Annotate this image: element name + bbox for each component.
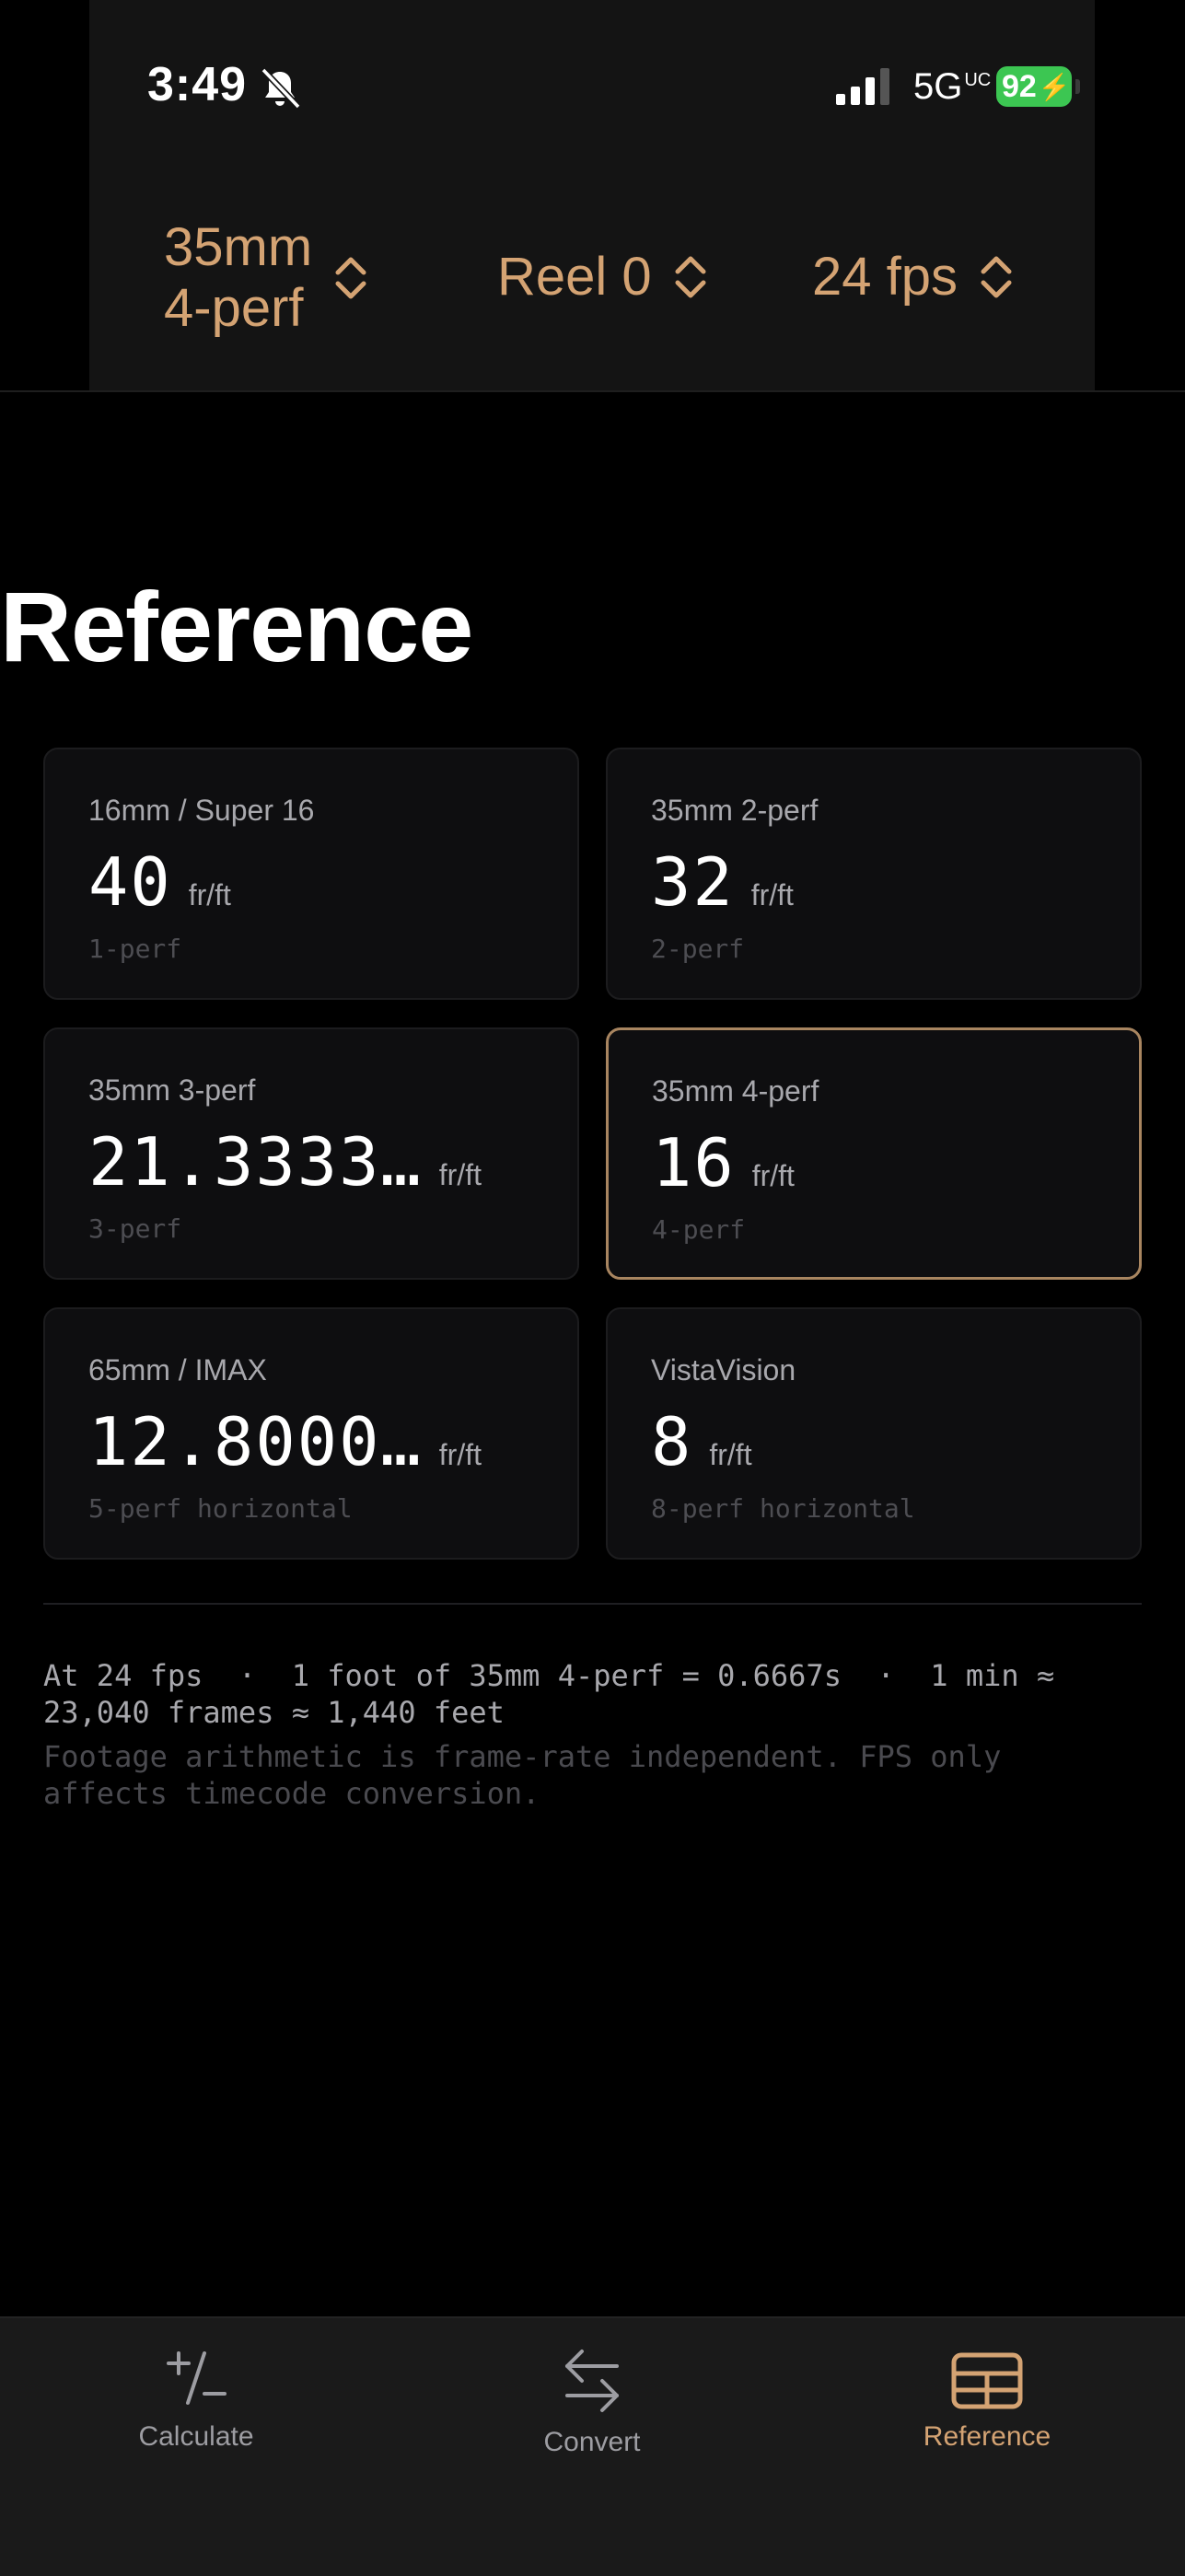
status-time: 3:49 xyxy=(147,58,248,111)
tab-label: Calculate xyxy=(138,2421,254,2452)
perf-label: 8-perf horizontal xyxy=(651,1493,915,1524)
bell-muted-icon xyxy=(261,67,301,110)
unit-label: fr/ft xyxy=(188,878,231,911)
frames-per-foot: 32 xyxy=(651,843,735,921)
plus-minus-icon xyxy=(167,2351,227,2405)
chevron-up-down-icon xyxy=(675,256,706,298)
format-line1: 35mm xyxy=(164,217,313,277)
frames-per-foot: 8 xyxy=(651,1403,693,1480)
tab-calculate[interactable]: Calculate xyxy=(58,2318,334,2453)
tab-bar: Calculate Convert Reference xyxy=(0,2316,1185,2576)
battery-tip xyxy=(1075,79,1080,94)
format-card-35mm-4perf[interactable]: 35mm 4-perf 16 fr/ft 4-perf xyxy=(606,1027,1142,1280)
chevron-up-down-icon xyxy=(981,256,1012,298)
format-name: VistaVision xyxy=(651,1353,796,1387)
unit-label: fr/ft xyxy=(750,878,794,911)
footage-note: Footage arithmetic is frame-rate indepen… xyxy=(43,1739,1002,1811)
reel-label: Reel 0 xyxy=(497,247,652,307)
format-card-16mm[interactable]: 16mm / Super 16 40 fr/ft 1-perf xyxy=(43,748,579,1000)
perf-label: 1-perf xyxy=(88,934,182,964)
format-name: 65mm / IMAX xyxy=(88,1353,267,1387)
frames-per-foot: 21.3333… xyxy=(88,1123,423,1201)
format-card-35mm-2perf[interactable]: 35mm 2-perf 32 fr/ft 2-perf xyxy=(606,748,1142,1000)
format-name: 35mm 2-perf xyxy=(651,794,819,827)
tab-label: Convert xyxy=(543,2427,641,2457)
unit-label: fr/ft xyxy=(751,1159,795,1192)
frames-per-foot: 40 xyxy=(88,843,172,921)
table-grid-icon xyxy=(951,2352,1023,2409)
top-bar-divider xyxy=(0,390,1185,392)
perf-label: 4-perf xyxy=(652,1214,746,1245)
fps-info: At 24 fps · 1 foot of 35mm 4-perf = 0.66… xyxy=(43,1658,1073,1730)
tab-reference[interactable]: Reference xyxy=(849,2318,1125,2453)
frames-per-foot: 12.8000… xyxy=(88,1403,423,1480)
swap-arrows-icon xyxy=(565,2350,619,2412)
format-name: 35mm 3-perf xyxy=(88,1073,256,1107)
chevron-up-down-icon xyxy=(335,257,366,299)
signal-icon xyxy=(836,68,889,105)
format-card-65mm-imax[interactable]: 65mm / IMAX 12.8000… fr/ft 5-perf horizon… xyxy=(43,1307,579,1560)
section-divider xyxy=(43,1603,1142,1605)
unit-label: fr/ft xyxy=(438,1158,482,1191)
battery-indicator: 92 ⚡ xyxy=(996,66,1072,107)
format-name: 16mm / Super 16 xyxy=(88,794,315,827)
fps-label: 24 fps xyxy=(812,247,958,307)
unit-label: fr/ft xyxy=(438,1438,482,1471)
fps-selector[interactable]: 24 fps xyxy=(812,247,1013,307)
unit-label: fr/ft xyxy=(709,1438,752,1471)
perf-label: 5-perf horizontal xyxy=(88,1493,353,1524)
reel-selector[interactable]: Reel 0 xyxy=(497,247,707,307)
format-card-35mm-3perf[interactable]: 35mm 3-perf 21.3333… fr/ft 3-perf xyxy=(43,1027,579,1280)
frames-per-foot: 16 xyxy=(652,1124,736,1201)
format-card-vistavision[interactable]: VistaVision 8 fr/ft 8-perf horizontal xyxy=(606,1307,1142,1560)
page-title: Reference xyxy=(0,571,473,682)
tab-label: Reference xyxy=(923,2421,1051,2452)
perf-label: 2-perf xyxy=(651,934,745,964)
format-name: 35mm 4-perf xyxy=(652,1074,819,1108)
format-selector[interactable]: 35mm 4-perf xyxy=(164,217,367,339)
format-line2: 4-perf xyxy=(164,278,304,338)
charging-bolt-icon: ⚡ xyxy=(1038,72,1071,101)
perf-label: 3-perf xyxy=(88,1213,182,1244)
network-label: 5G UC xyxy=(913,66,992,107)
tab-convert[interactable]: Convert xyxy=(454,2318,730,2458)
